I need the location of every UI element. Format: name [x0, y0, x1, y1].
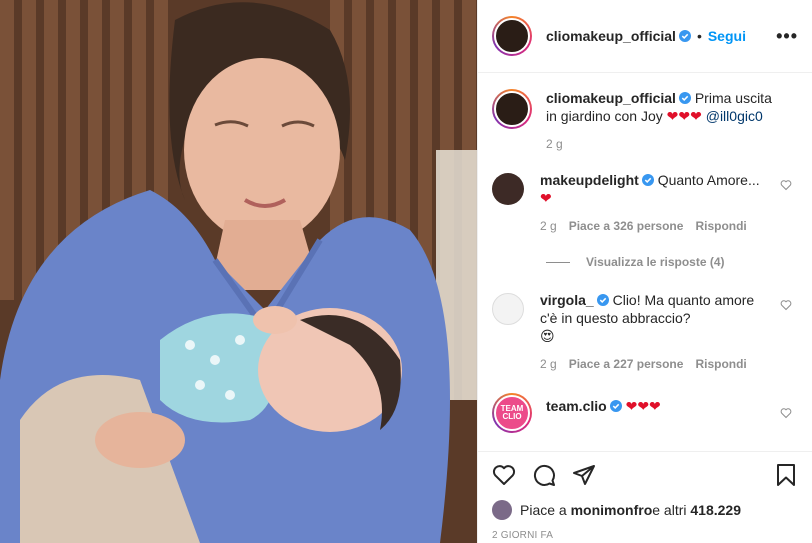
comment-username[interactable]: makeupdelight	[540, 172, 639, 188]
share-icon[interactable]	[572, 463, 596, 487]
comment-like-icon[interactable]	[780, 299, 792, 311]
commenter-avatar[interactable]: TEAM CLIO	[492, 393, 532, 433]
more-options-icon[interactable]: •••	[776, 26, 798, 47]
post-photo[interactable]	[0, 0, 477, 543]
comment-emoji: ❤	[540, 190, 552, 206]
comment-likes[interactable]: Piace a 227 persone	[569, 357, 684, 371]
comment-meta: 2 g Piace a 227 persone Rispondi	[540, 355, 770, 373]
follow-button[interactable]: Segui	[708, 28, 746, 44]
replies-divider	[546, 261, 570, 263]
comment-text: Quanto Amore...	[657, 172, 760, 188]
comment-username[interactable]: virgola_	[540, 292, 594, 308]
post-side-panel: cliomakeup_official • Segui ••• cliomake…	[477, 0, 812, 543]
verified-icon	[596, 294, 609, 306]
author-avatar[interactable]	[492, 16, 532, 56]
caption-hearts: ❤❤❤	[666, 108, 702, 124]
view-replies-button[interactable]: Visualizza le risposte (4)	[546, 255, 798, 269]
caption-meta: 2 g	[546, 135, 776, 153]
comment-likes[interactable]: Piace a 326 persone	[569, 219, 684, 233]
verified-icon	[641, 174, 654, 186]
post-date[interactable]: 2 GIORNI FA	[492, 530, 798, 541]
comment-like-icon[interactable]	[780, 407, 792, 419]
separator-dot: •	[696, 28, 702, 44]
caption-avatar[interactable]	[492, 89, 532, 129]
author-username[interactable]: cliomakeup_official	[546, 28, 676, 44]
caption-time[interactable]: 2 g	[546, 137, 563, 151]
action-icons-row	[492, 452, 798, 492]
caption-mention[interactable]: @ill0gic0	[706, 108, 763, 124]
comments-list[interactable]: cliomakeup_official Prima uscita in giar…	[478, 73, 812, 451]
likes-count[interactable]: 418.229	[690, 502, 741, 518]
caption-username[interactable]: cliomakeup_official	[546, 90, 676, 106]
verified-icon	[609, 400, 622, 412]
post-header: cliomakeup_official • Segui •••	[478, 0, 812, 73]
like-icon[interactable]	[492, 463, 516, 487]
comment-item: virgola_ Clio! Ma quanto amore c'è in qu…	[492, 291, 798, 373]
save-icon[interactable]	[774, 463, 798, 487]
comment-like-icon[interactable]	[780, 179, 792, 191]
instagram-post-viewer: cliomakeup_official • Segui ••• cliomake…	[0, 0, 812, 543]
comment-item: makeupdelight Quanto Amore... ❤ 2 g Piace…	[492, 171, 798, 235]
verified-icon	[678, 30, 691, 42]
comment-emoji: ❤❤❤	[625, 398, 661, 414]
post-caption: cliomakeup_official Prima uscita in giar…	[492, 89, 798, 153]
likes-summary[interactable]: Piace a monimonfro e altri 418.229	[492, 500, 798, 520]
comment-icon[interactable]	[532, 463, 556, 487]
likes-prefix: Piace a	[520, 502, 567, 518]
reply-button[interactable]: Rispondi	[695, 219, 746, 233]
comment-item: TEAM CLIO team.clio ❤❤❤	[492, 393, 798, 433]
team-clio-logo-text: TEAM CLIO	[500, 404, 524, 421]
reply-button[interactable]: Rispondi	[695, 357, 746, 371]
view-replies-label: Visualizza le risposte (4)	[586, 255, 725, 269]
likes-suffix: e altri	[652, 502, 687, 518]
comment-meta: 2 g Piace a 326 persone Rispondi	[540, 217, 770, 235]
commenter-avatar[interactable]	[492, 293, 524, 325]
commenter-avatar[interactable]	[492, 173, 524, 205]
comment-time[interactable]: 2 g	[540, 357, 557, 371]
liker-username[interactable]: monimonfro	[571, 502, 653, 518]
post-actions: Piace a monimonfro e altri 418.229 2 GIO…	[478, 451, 812, 543]
comment-time[interactable]: 2 g	[540, 219, 557, 233]
verified-icon	[678, 92, 691, 104]
comment-username[interactable]: team.clio	[546, 398, 607, 414]
comment-emoji: 😍	[540, 328, 555, 344]
liker-avatar[interactable]	[492, 500, 512, 520]
photo-illustration	[0, 0, 477, 543]
